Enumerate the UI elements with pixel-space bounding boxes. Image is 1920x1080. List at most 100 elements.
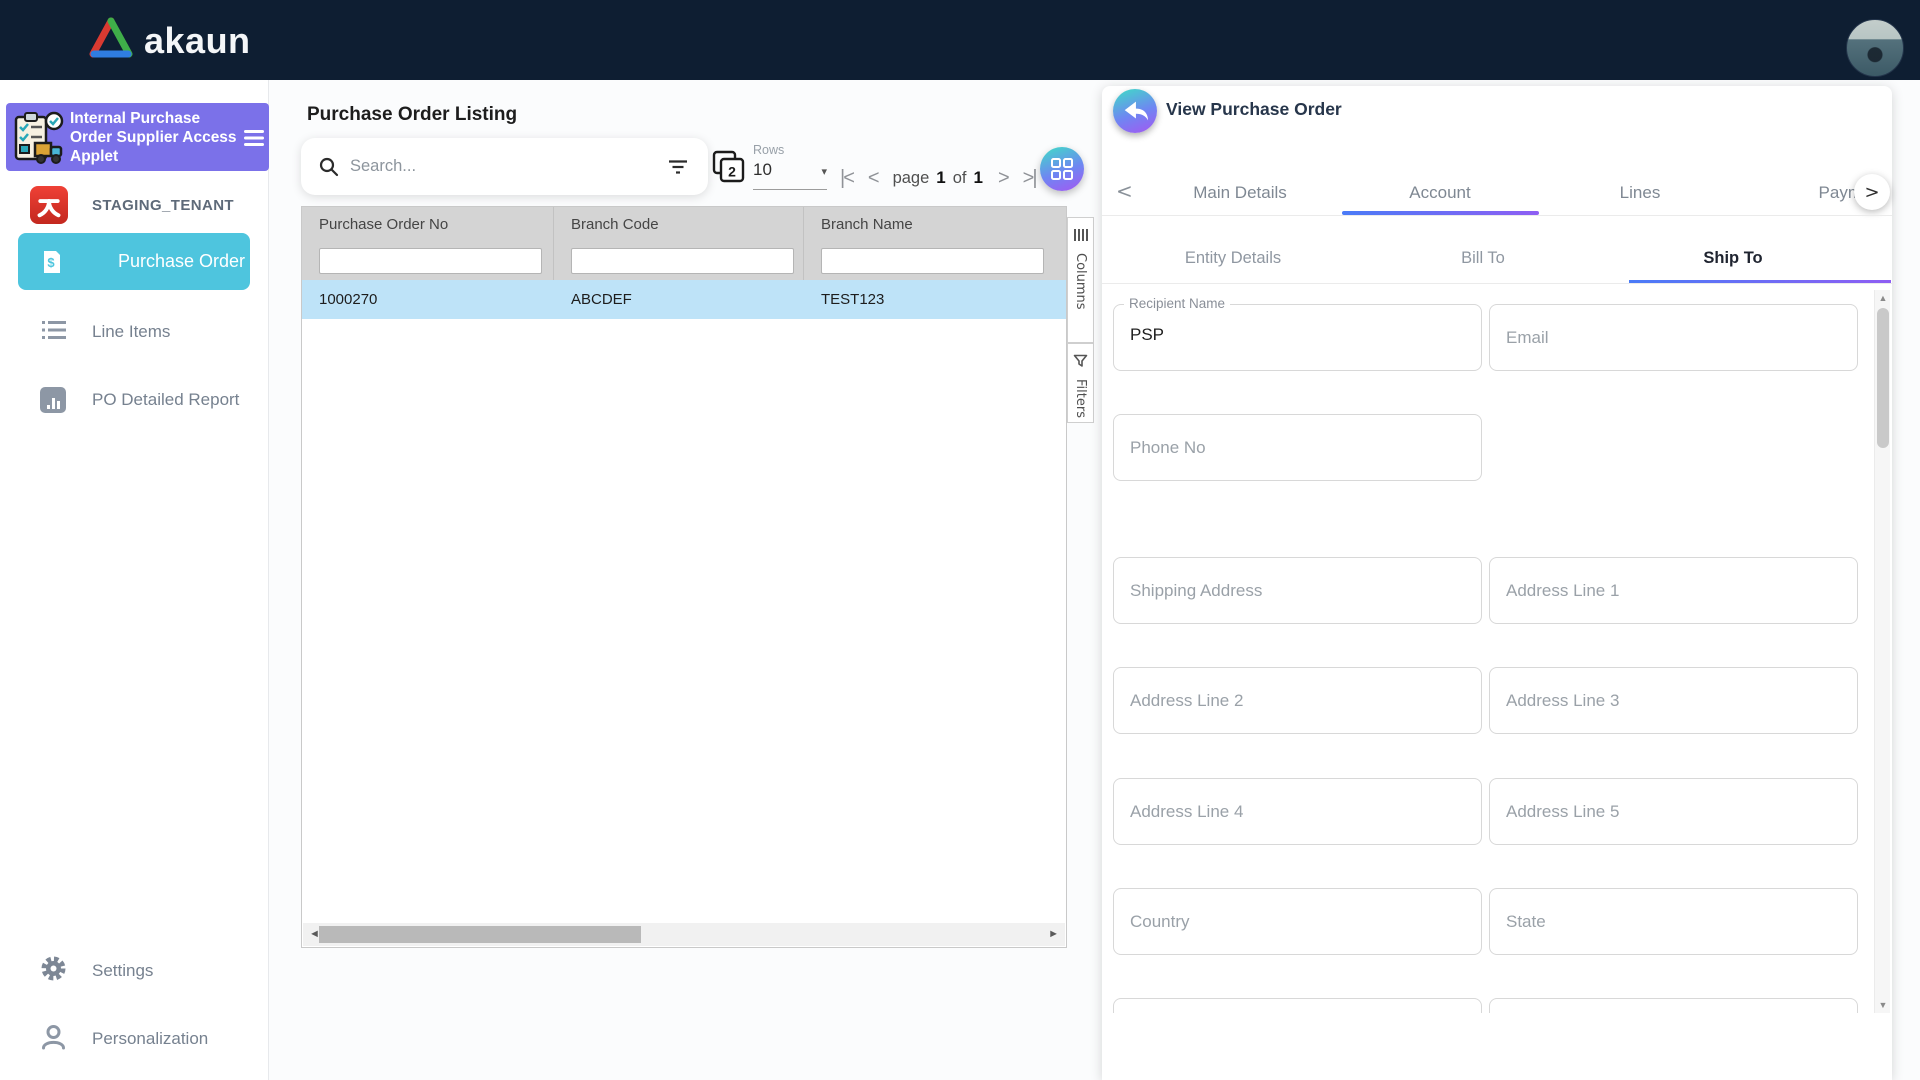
pagination: |< < page 1 of 1 > >| (840, 163, 1038, 193)
cell-po-no: 1000270 (319, 291, 378, 308)
applet-title: Internal Purchase Order Supplier Access … (70, 110, 237, 165)
rows-per-page-select[interactable]: Rows 10 ▾ (753, 143, 827, 190)
filter-input-branch-name[interactable] (821, 247, 1044, 274)
scroll-right-icon[interactable]: ► (1048, 928, 1059, 940)
first-page-button[interactable]: |< (840, 167, 855, 190)
cell-branch-code: ABCDEF (571, 291, 632, 308)
horizontal-scrollbar-thumb[interactable] (319, 926, 641, 943)
tab-account[interactable]: Account (1340, 171, 1540, 215)
recipient-name-label: Recipient Name (1124, 296, 1231, 311)
sidebar-item-label: PO Detailed Report (92, 390, 240, 409)
list-icon (42, 319, 66, 346)
sidebar-item-personalization[interactable]: Personalization (0, 1014, 269, 1064)
search-input[interactable] (350, 157, 630, 176)
filter-input-branch-code[interactable] (571, 247, 794, 274)
filter-input-po-no[interactable] (319, 247, 542, 274)
filters-side-tab[interactable]: Filters (1067, 343, 1094, 423)
address-line-1-placeholder: Address Line 1 (1506, 580, 1620, 600)
filters-tab-label: Filters (1073, 379, 1088, 418)
next-page-button[interactable]: > (998, 167, 1010, 190)
vertical-scrollbar-thumb[interactable] (1877, 308, 1889, 448)
tenant-label: STAGING_TENANT (92, 196, 234, 214)
address-line-4-placeholder: Address Line 4 (1130, 801, 1244, 821)
address-line-3-field[interactable]: Address Line 3 (1489, 667, 1858, 734)
sidebar-item-line-items[interactable]: Line Items (0, 307, 269, 357)
vertical-scrollbar[interactable]: ▲ ▼ (1874, 290, 1890, 1013)
of-word: of (952, 168, 967, 187)
address-line-3-placeholder: Address Line 3 (1506, 690, 1620, 710)
rows-value: 10 (753, 160, 772, 179)
address-line-1-field[interactable]: Address Line 1 (1489, 557, 1858, 624)
caret-down-icon: ▾ (821, 166, 827, 178)
filter-lines-icon[interactable] (668, 159, 688, 175)
shipping-address-field[interactable]: Shipping Address (1113, 557, 1482, 624)
funnel-icon (1073, 354, 1088, 373)
address-line-2-placeholder: Address Line 2 (1130, 690, 1244, 710)
columns-icon (1073, 228, 1088, 247)
table-header-row: Purchase Order No Branch Code Branch Nam… (302, 207, 1066, 241)
tab-lines[interactable]: Lines (1540, 171, 1740, 215)
sidebar-item-label: Line Items (92, 322, 171, 341)
address-line-5-placeholder: Address Line 5 (1506, 801, 1620, 821)
sidebar-item-tenant[interactable]: STAGING_TENANT (0, 180, 269, 230)
svg-text:$: $ (47, 255, 55, 270)
logo-text: akaun (144, 19, 251, 61)
back-button[interactable] (1113, 89, 1157, 133)
state-placeholder: State (1506, 911, 1546, 931)
address-line-5-field[interactable]: Address Line 5 (1489, 778, 1858, 845)
scroll-up-icon[interactable]: ▲ (1875, 293, 1891, 303)
column-header[interactable]: Branch Name (804, 207, 1066, 241)
email-field[interactable]: Email (1489, 304, 1858, 371)
person-icon (40, 1023, 67, 1055)
sidebar-item-po-detailed-report[interactable]: PO Detailed Report (0, 375, 269, 425)
applet-header: Internal Purchase Order Supplier Access … (6, 103, 269, 171)
columns-side-tab[interactable]: Columns (1067, 217, 1094, 343)
tab-payment[interactable]: Paym (1740, 171, 1870, 215)
partial-field-right[interactable] (1489, 998, 1858, 1013)
tabs-scroll-right-button[interactable]: > (1854, 174, 1890, 210)
country-placeholder: Country (1130, 911, 1190, 931)
tenant-logo-icon (30, 186, 68, 224)
applet-clipboard-truck-icon (10, 111, 66, 170)
user-avatar[interactable] (1846, 19, 1904, 77)
sidebar-toggle-icon[interactable] (241, 125, 267, 156)
state-field[interactable]: State (1489, 888, 1858, 955)
address-line-2-field[interactable]: Address Line 2 (1113, 667, 1482, 734)
view-purchase-order-panel: View Purchase Order < Main Details Accou… (1102, 86, 1892, 1080)
column-header[interactable]: Branch Code (554, 207, 804, 241)
tab-main-details[interactable]: Main Details (1140, 171, 1340, 215)
email-placeholder: Email (1506, 327, 1549, 347)
duplicate-pages-icon[interactable]: 2 (712, 150, 746, 189)
sidebar-item-purchase-order[interactable]: $ Purchase Order (18, 233, 250, 290)
horizontal-scrollbar[interactable]: ◄ ► (303, 923, 1065, 946)
current-page-number: 1 (936, 168, 946, 187)
prev-page-button[interactable]: < (868, 167, 880, 190)
sidebar-item-label: Purchase Order (118, 251, 246, 271)
country-field[interactable]: Country (1113, 888, 1482, 955)
columns-tab-label: Columns (1073, 253, 1088, 310)
column-header[interactable]: Purchase Order No (302, 207, 554, 241)
grid-icon (1051, 158, 1073, 180)
recipient-name-value: PSP (1130, 325, 1165, 344)
akaun-logo[interactable]: akaun (88, 17, 251, 64)
recipient-name-field[interactable]: Recipient Name PSP (1113, 296, 1482, 371)
search-bar (301, 138, 708, 195)
subtab-bill-to[interactable]: Bill To (1358, 233, 1608, 283)
sidebar-item-label: Settings (92, 961, 154, 980)
sidebar: Internal Purchase Order Supplier Access … (0, 80, 269, 1080)
akaun-triangle-icon (88, 17, 134, 64)
last-page-button[interactable]: >| (1023, 167, 1038, 190)
ship-to-form: Recipient Name PSP Email Phone No Shippi… (1102, 283, 1874, 1013)
search-icon (318, 156, 340, 178)
phone-no-field[interactable]: Phone No (1113, 414, 1482, 481)
subtab-entity-details[interactable]: Entity Details (1108, 233, 1358, 283)
grid-view-button[interactable] (1040, 147, 1084, 191)
table-row[interactable]: 1000270 ABCDEF TEST123 (302, 280, 1066, 319)
cell-branch-name: TEST123 (821, 291, 885, 308)
address-line-4-field[interactable]: Address Line 4 (1113, 778, 1482, 845)
partial-field-left[interactable] (1113, 998, 1482, 1013)
scroll-down-icon[interactable]: ▼ (1875, 1000, 1891, 1010)
sidebar-item-settings[interactable]: Settings (0, 946, 269, 996)
tabs-scroll-left-icon[interactable]: < (1116, 179, 1133, 203)
subtab-ship-to[interactable]: Ship To (1608, 233, 1858, 283)
